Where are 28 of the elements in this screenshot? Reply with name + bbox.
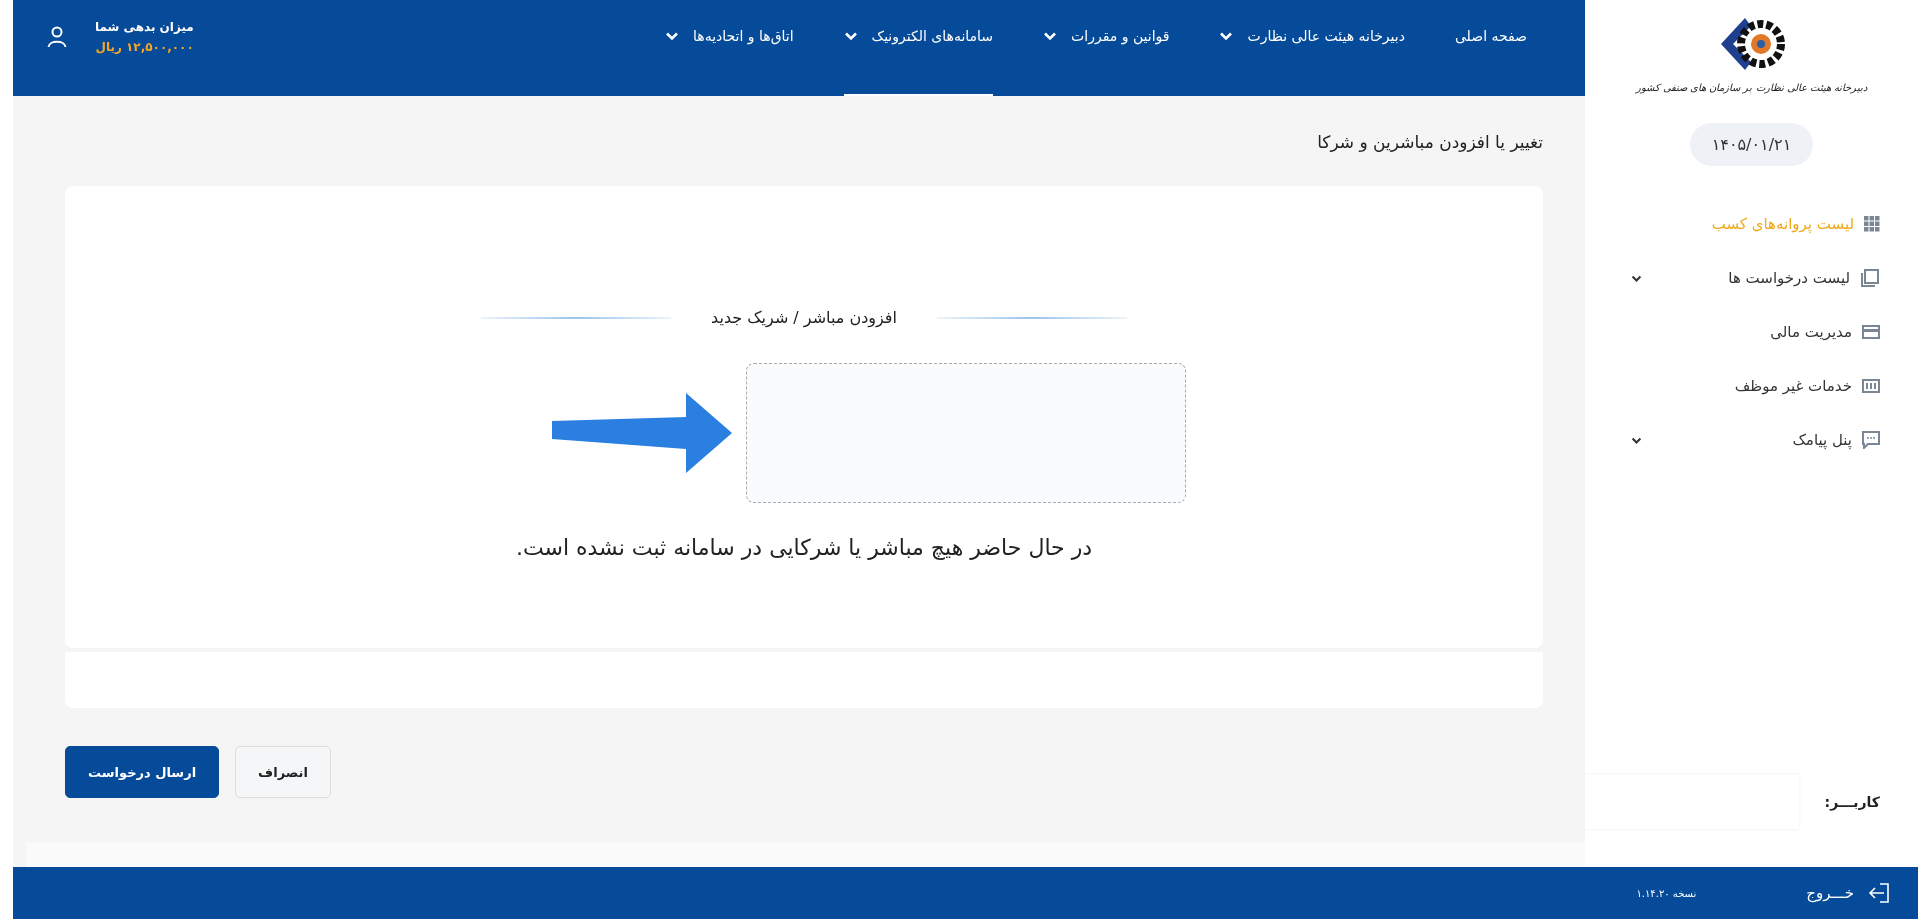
section-title: افزودن مباشر / شریک جدید [711,308,897,327]
nav-item[interactable]: سامانه‌های الکترونیک [843,0,994,96]
nav-item[interactable]: دبیرخانه هیئت عالی نظارت [1219,0,1405,96]
sidebar-item[interactable]: پنل پیامک [1585,426,1880,454]
grid-icon [1864,216,1880,232]
logout-icon [1868,882,1890,904]
date-badge: ۱۴۰۵/۰۱/۲۱ [1689,123,1814,166]
sidebar-item[interactable]: خدمات غیر موظف [1585,372,1880,400]
empty-message: در حال حاضر هیچ مباشر یا شرکایی در سامانه ثبت نشده است. [515,535,1093,560]
debt-amount: ۱۲,۵۰۰,۰۰۰ ریال [95,40,194,54]
logo-caption: دبیرخانه هیئت عالی نظارت بر سازمان های صنفی کشور [1635,82,1868,93]
cancel-button[interactable]: انصراف [235,746,331,798]
version-label: نسخه ۱.۱۴.۲۰ [1636,887,1697,899]
chat-icon [1862,431,1880,449]
submit-button[interactable]: ارسال درخواست [65,746,220,798]
sidebar-item[interactable]: مدیریت مالی [1585,318,1880,346]
nav-item[interactable]: اتاق‌ها و اتحادیه‌ها [665,0,794,96]
sidebar-item[interactable]: لیست درخواست ها [1585,264,1880,292]
user-label: کاربـــر: [1824,794,1880,810]
page-title: تغییر یا افزودن مباشرین و شرکا [1316,132,1543,152]
credit-card-icon [1862,324,1880,340]
copy-icon [1860,268,1880,288]
user-icon[interactable] [47,26,67,48]
nav-item[interactable]: قوانین و مقررات [1043,0,1170,96]
counter-icon [1862,378,1880,394]
debt-label: میزان بدهی شما [95,20,194,34]
logout-link[interactable]: خـــروج [1806,882,1890,904]
nav-item[interactable]: صفحه اصلی [1454,0,1527,96]
